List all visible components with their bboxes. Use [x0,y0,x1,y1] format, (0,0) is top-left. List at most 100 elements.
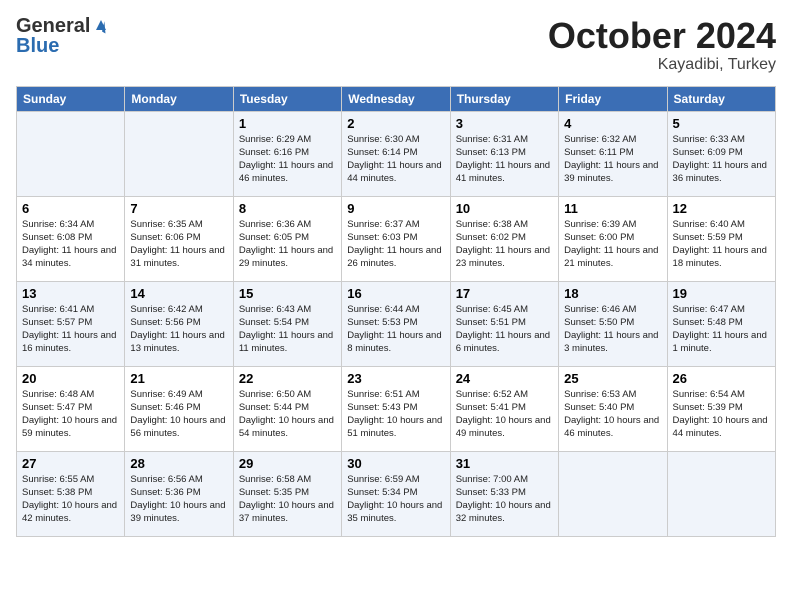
header-row: SundayMondayTuesdayWednesdayThursdayFrid… [17,86,776,111]
day-number: 4 [564,116,661,131]
header-cell-saturday: Saturday [667,86,775,111]
header-cell-thursday: Thursday [450,86,558,111]
day-info: Sunrise: 6:46 AM Sunset: 5:50 PM Dayligh… [564,303,661,356]
day-number: 1 [239,116,336,131]
day-cell: 28 Sunrise: 6:56 AM Sunset: 5:36 PM Dayli… [125,451,233,536]
day-number: 27 [22,456,119,471]
day-cell: 24Sunrise: 6:52 AM Sunset: 5:41 PM Dayli… [450,366,558,451]
day-cell: 3 Sunrise: 6:31 AM Sunset: 6:13 PM Daylig… [450,111,558,196]
day-info: Sunrise: 6:43 AM Sunset: 5:54 PM Dayligh… [239,303,336,356]
day-info: Sunrise: 6:33 AM Sunset: 6:09 PM Dayligh… [673,133,770,186]
day-info: Sunrise: 6:41 AM Sunset: 5:57 PM Dayligh… [22,303,119,356]
day-info: Sunrise: 6:45 AM Sunset: 5:51 PM Dayligh… [456,303,553,356]
day-info: Sunrise: 6:48 AM Sunset: 5:47 PM Dayligh… [22,388,119,441]
day-info: Sunrise: 7:00 AM Sunset: 5:33 PM Dayligh… [456,473,553,526]
week-row-2: 6Sunrise: 6:34 AM Sunset: 6:08 PM Daylig… [17,196,776,281]
week-row-5: 27Sunrise: 6:55 AM Sunset: 5:38 PM Dayli… [17,451,776,536]
day-cell [667,451,775,536]
day-cell: 16Sunrise: 6:44 AM Sunset: 5:53 PM Dayli… [342,281,450,366]
day-info: Sunrise: 6:56 AM Sunset: 5:36 PM Dayligh… [130,473,227,526]
header-cell-monday: Monday [125,86,233,111]
week-row-3: 13 Sunrise: 6:41 AM Sunset: 5:57 PM Dayli… [17,281,776,366]
logo-triangle-icon [92,16,110,34]
logo: General Blue [16,16,110,56]
day-info: Sunrise: 6:40 AM Sunset: 5:59 PM Dayligh… [673,218,770,271]
location-title: Kayadibi, Turkey [548,56,776,74]
day-cell: 6Sunrise: 6:34 AM Sunset: 6:08 PM Daylig… [17,196,125,281]
day-number: 20 [22,371,119,386]
header-cell-tuesday: Tuesday [233,86,341,111]
day-number: 19 [673,286,770,301]
day-number: 21 [130,371,227,386]
day-number: 29 [239,456,336,471]
month-title: October 2024 [548,16,776,56]
day-info: Sunrise: 6:37 AM Sunset: 6:03 PM Dayligh… [347,218,444,271]
day-number: 12 [673,201,770,216]
day-info: Sunrise: 6:39 AM Sunset: 6:00 PM Dayligh… [564,218,661,271]
day-cell: 15Sunrise: 6:43 AM Sunset: 5:54 PM Dayli… [233,281,341,366]
day-info: Sunrise: 6:50 AM Sunset: 5:44 PM Dayligh… [239,388,336,441]
day-number: 13 [22,286,119,301]
day-number: 7 [130,201,227,216]
day-cell: 8Sunrise: 6:36 AM Sunset: 6:05 PM Daylig… [233,196,341,281]
header-cell-wednesday: Wednesday [342,86,450,111]
day-info: Sunrise: 6:54 AM Sunset: 5:39 PM Dayligh… [673,388,770,441]
day-number: 31 [456,456,553,471]
day-cell [17,111,125,196]
day-cell: 25Sunrise: 6:53 AM Sunset: 5:40 PM Dayli… [559,366,667,451]
day-info: Sunrise: 6:30 AM Sunset: 6:14 PM Dayligh… [347,133,444,186]
day-cell: 14Sunrise: 6:42 AM Sunset: 5:56 PM Dayli… [125,281,233,366]
day-cell: 1 Sunrise: 6:29 AM Sunset: 6:16 PM Daylig… [233,111,341,196]
day-info: Sunrise: 6:36 AM Sunset: 6:05 PM Dayligh… [239,218,336,271]
day-info: Sunrise: 6:51 AM Sunset: 5:43 PM Dayligh… [347,388,444,441]
day-cell: 12 Sunrise: 6:40 AM Sunset: 5:59 PM Dayli… [667,196,775,281]
day-cell [125,111,233,196]
day-number: 22 [239,371,336,386]
day-cell: 23Sunrise: 6:51 AM Sunset: 5:43 PM Dayli… [342,366,450,451]
week-row-4: 20 Sunrise: 6:48 AM Sunset: 5:47 PM Dayli… [17,366,776,451]
day-info: Sunrise: 6:29 AM Sunset: 6:16 PM Dayligh… [239,133,336,186]
day-number: 10 [456,201,553,216]
day-info: Sunrise: 6:42 AM Sunset: 5:56 PM Dayligh… [130,303,227,356]
day-number: 28 [130,456,227,471]
day-cell: 26Sunrise: 6:54 AM Sunset: 5:39 PM Dayli… [667,366,775,451]
header-cell-sunday: Sunday [17,86,125,111]
day-cell: 27Sunrise: 6:55 AM Sunset: 5:38 PM Dayli… [17,451,125,536]
day-number: 9 [347,201,444,216]
calendar-header: SundayMondayTuesdayWednesdayThursdayFrid… [17,86,776,111]
day-cell: 2 Sunrise: 6:30 AM Sunset: 6:14 PM Daylig… [342,111,450,196]
day-number: 24 [456,371,553,386]
day-number: 11 [564,201,661,216]
day-number: 17 [456,286,553,301]
day-number: 25 [564,371,661,386]
day-info: Sunrise: 6:49 AM Sunset: 5:46 PM Dayligh… [130,388,227,441]
day-info: Sunrise: 6:44 AM Sunset: 5:53 PM Dayligh… [347,303,444,356]
header-cell-friday: Friday [559,86,667,111]
day-number: 5 [673,116,770,131]
day-number: 3 [456,116,553,131]
day-cell: 17 Sunrise: 6:45 AM Sunset: 5:51 PM Dayli… [450,281,558,366]
day-cell: 18 Sunrise: 6:46 AM Sunset: 5:50 PM Dayli… [559,281,667,366]
day-number: 2 [347,116,444,131]
day-cell [559,451,667,536]
day-cell: 7Sunrise: 6:35 AM Sunset: 6:06 PM Daylig… [125,196,233,281]
day-number: 18 [564,286,661,301]
day-info: Sunrise: 6:59 AM Sunset: 5:34 PM Dayligh… [347,473,444,526]
day-cell: 31 Sunrise: 7:00 AM Sunset: 5:33 PM Dayli… [450,451,558,536]
day-info: Sunrise: 6:32 AM Sunset: 6:11 PM Dayligh… [564,133,661,186]
day-cell: 22 Sunrise: 6:50 AM Sunset: 5:44 PM Dayli… [233,366,341,451]
logo-general-text: General [16,16,90,36]
title-block: October 2024 Kayadibi, Turkey [548,16,776,74]
day-info: Sunrise: 6:47 AM Sunset: 5:48 PM Dayligh… [673,303,770,356]
day-number: 6 [22,201,119,216]
day-number: 30 [347,456,444,471]
week-row-1: 1 Sunrise: 6:29 AM Sunset: 6:16 PM Daylig… [17,111,776,196]
day-cell: 29Sunrise: 6:58 AM Sunset: 5:35 PM Dayli… [233,451,341,536]
day-cell: 13 Sunrise: 6:41 AM Sunset: 5:57 PM Dayli… [17,281,125,366]
day-cell: 5 Sunrise: 6:33 AM Sunset: 6:09 PM Daylig… [667,111,775,196]
day-cell: 21 Sunrise: 6:49 AM Sunset: 5:46 PM Dayli… [125,366,233,451]
calendar-body: 1 Sunrise: 6:29 AM Sunset: 6:16 PM Daylig… [17,111,776,536]
day-info: Sunrise: 6:31 AM Sunset: 6:13 PM Dayligh… [456,133,553,186]
day-cell: 20 Sunrise: 6:48 AM Sunset: 5:47 PM Dayli… [17,366,125,451]
day-cell: 11 Sunrise: 6:39 AM Sunset: 6:00 PM Dayli… [559,196,667,281]
